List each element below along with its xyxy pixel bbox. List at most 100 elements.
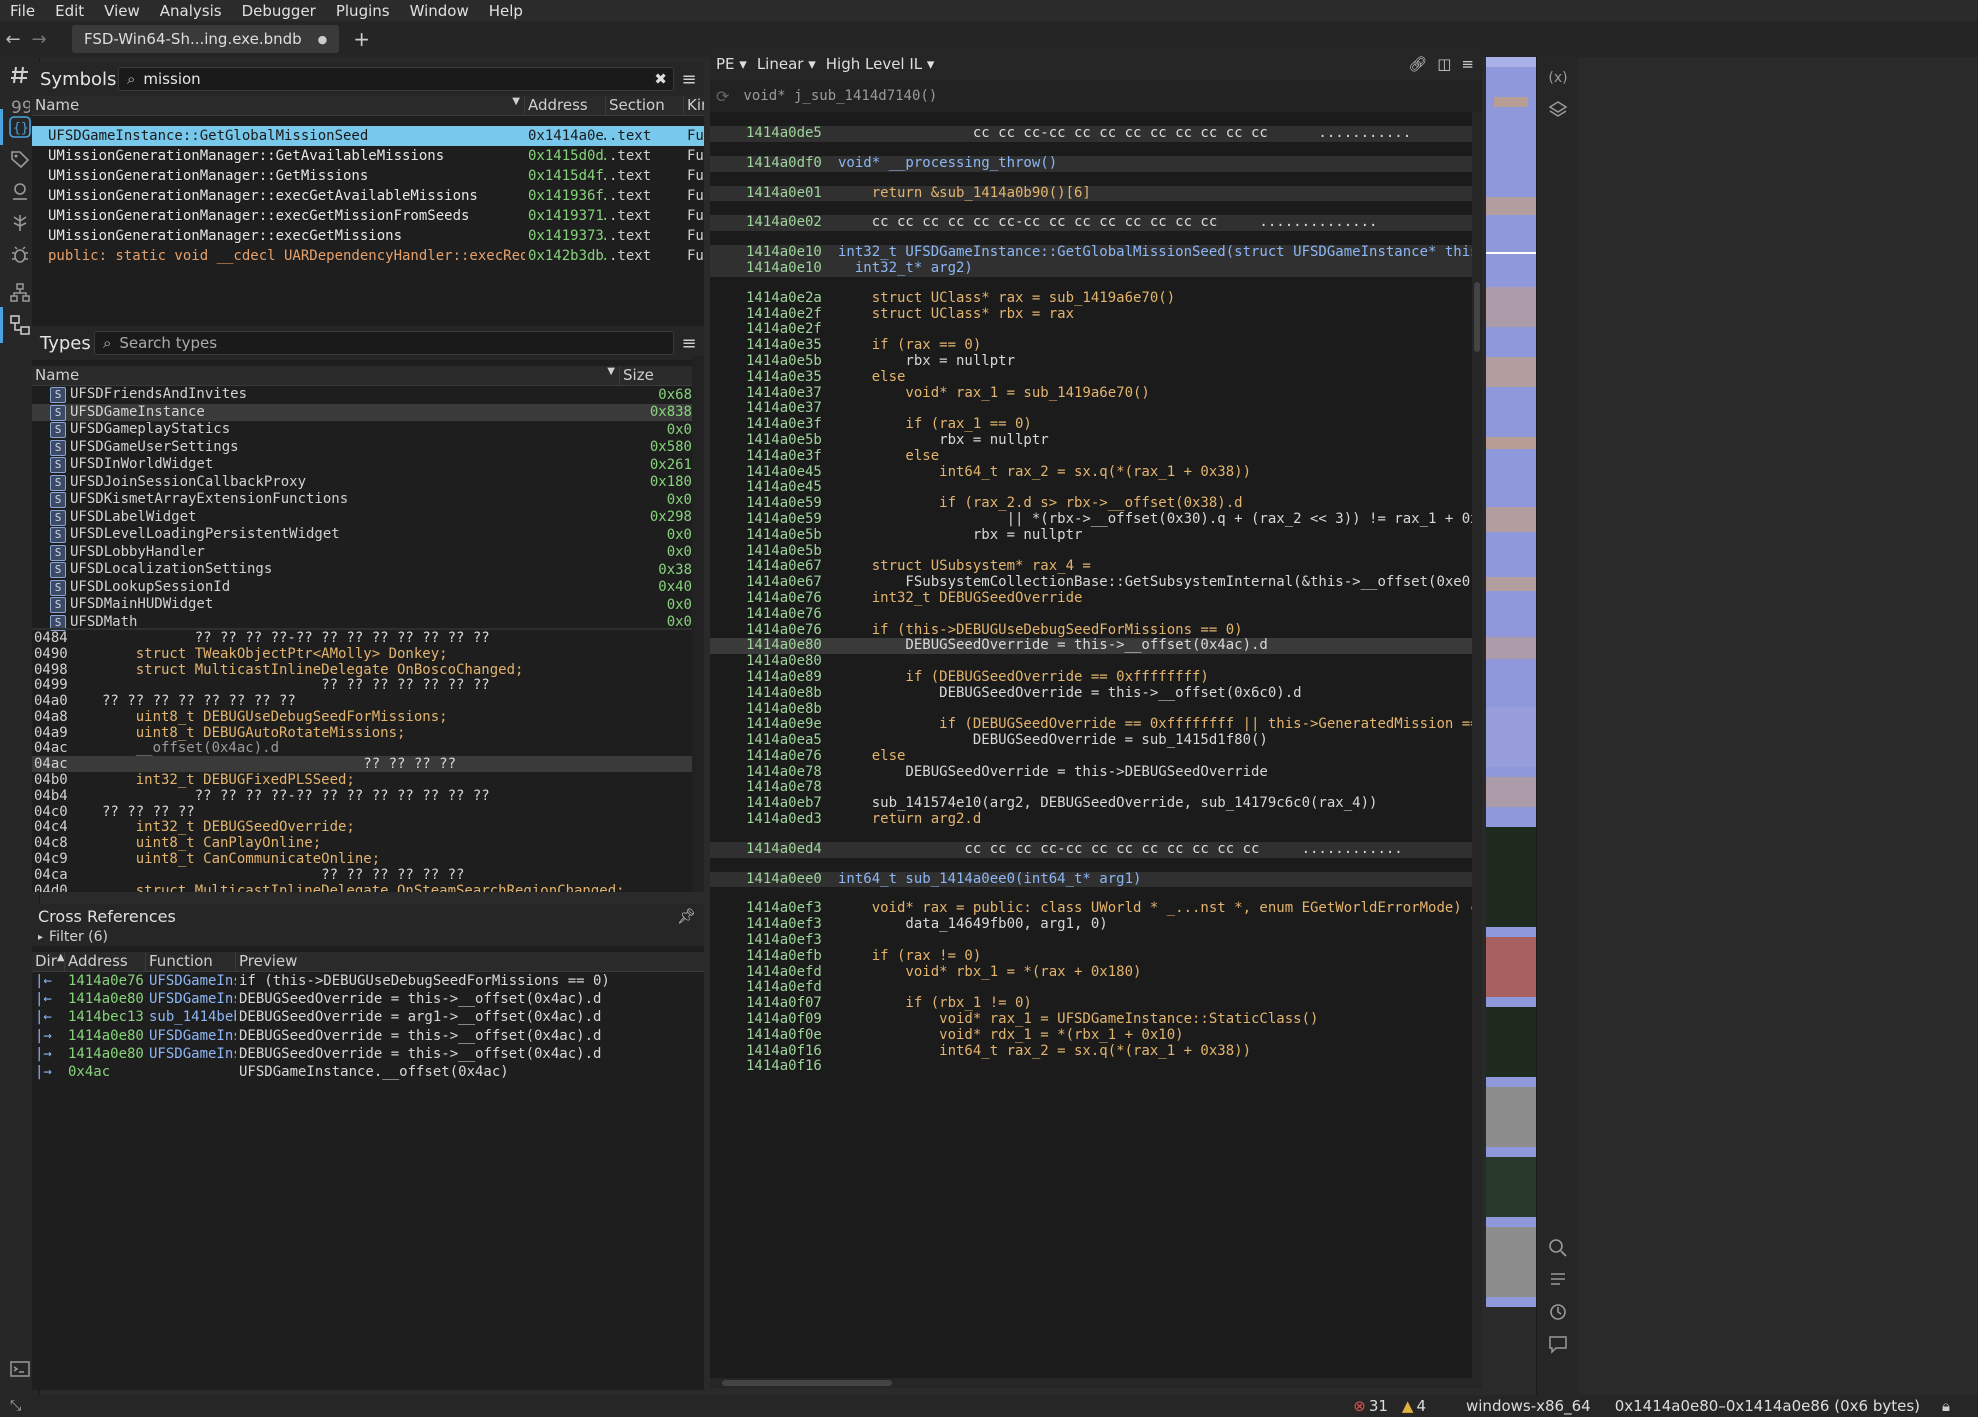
code-address[interactable]: 1414a0e8b (746, 701, 822, 718)
code-text[interactable]: struct UClass* rax = sub_1419a6e70() (838, 290, 1175, 307)
code-line[interactable]: 1414a0f0e void* rdx_1 = *(rbx_1 + 0x10) (710, 1027, 1482, 1044)
code-line[interactable]: 1414a0e89 if (DEBUGSeedOverride == 0xfff… (710, 669, 1482, 686)
type-row[interactable]: S UFSDLocalizationSettings 0x38 (32, 561, 704, 579)
code-line[interactable]: 1414a0efb if (rax != 0) (710, 948, 1482, 965)
code-address[interactable]: 1414a0e80 (746, 638, 822, 654)
symbol-row[interactable]: UMissionGenerationManager::GetMissions 0x… (32, 166, 704, 186)
menu-debugger[interactable]: Debugger (232, 2, 326, 20)
menu-window[interactable]: Window (400, 2, 479, 20)
code-text[interactable]: else (838, 448, 939, 465)
code-text[interactable]: int64_t sub_1414a0ee0(int64_t* arg1) (838, 871, 1141, 888)
menu-analysis[interactable]: Analysis (150, 2, 232, 20)
platform-dropdown[interactable]: PE ▾ (716, 55, 747, 73)
pin-icon[interactable]: 📌︎ (677, 907, 696, 925)
code-line[interactable]: 1414a0f09 void* rax_1 = UFSDGameInstance… (710, 1011, 1482, 1028)
code-text[interactable]: FSubsystemCollectionBase::GetSubsystemIn… (838, 574, 1482, 591)
struct-line[interactable]: 04ac ?? ?? ?? ?? (32, 756, 692, 772)
code-address[interactable]: 1414a0e5b (746, 543, 822, 560)
code-text[interactable]: rbx = nullptr (838, 527, 1083, 544)
code-address[interactable]: 1414a0e37 (746, 385, 822, 402)
code-address[interactable]: 1414a0e2a (746, 290, 822, 307)
minimap[interactable] (1486, 57, 1536, 1367)
clear-search-icon[interactable]: ✖ (654, 70, 667, 88)
code-line[interactable]: 1414a0e5b (710, 543, 1482, 560)
code-line[interactable]: 1414a0e35 else (710, 369, 1482, 386)
code-address[interactable]: 1414a0e76 (746, 606, 822, 623)
struct-line[interactable]: 0498 struct MulticastInlineDelegate OnBo… (32, 662, 692, 678)
code-line[interactable]: 1414a0ed3 return arg2.d (710, 811, 1482, 828)
code-text[interactable]: int32_t* arg2) (838, 260, 973, 277)
code-text[interactable]: return arg2.d (838, 811, 982, 828)
code-hscrollbar[interactable] (710, 1378, 1472, 1388)
code-text[interactable]: cc cc cc cc cc cc-cc cc cc cc cc cc cc c… (838, 215, 1378, 231)
code-text[interactable]: void* rbx_1 = *(rax + 0x180) (838, 964, 1141, 981)
code-text[interactable]: int32_t DEBUGSeedOverride (838, 590, 1083, 607)
xref-icon[interactable] (6, 311, 34, 339)
code-address[interactable]: 1414a0ed3 (746, 811, 822, 828)
code-line[interactable]: 1414a0e5b rbx = nullptr (710, 432, 1482, 449)
code-address[interactable]: 1414a0e59 (746, 511, 822, 528)
menu-file[interactable]: File (0, 2, 45, 20)
type-row[interactable]: S UFSDGameplayStatics 0x0 (32, 421, 704, 439)
code-text[interactable]: if (this->DEBUGUseDebugSeedForMissions =… (838, 622, 1243, 639)
warning-count[interactable]: 4 (1416, 1397, 1426, 1415)
code-address[interactable]: 1414a0e01 (746, 185, 822, 202)
code-address[interactable]: 1414a0efd (746, 980, 822, 996)
code-line[interactable]: 1414a0ef3 (710, 932, 1482, 949)
filter-chevron-icon[interactable]: ▸ (38, 932, 43, 943)
code-text[interactable]: rbx = nullptr (838, 432, 1049, 449)
hierarchy-icon[interactable] (6, 279, 34, 307)
code-text[interactable]: DEBUGSeedOverride = this->DEBUGSeedOverr… (838, 764, 1267, 781)
code-address[interactable]: 1414a0e3f (746, 448, 822, 465)
code-address[interactable]: 1414a0e2f (746, 306, 822, 323)
tree-icon[interactable] (6, 209, 34, 237)
view-mode-dropdown[interactable]: Linear ▾ (757, 55, 816, 73)
code-address[interactable]: 1414a0e3f (746, 416, 822, 433)
symbols-col-section[interactable]: Section (606, 96, 684, 115)
code-address[interactable]: 1414a0ee0 (746, 871, 822, 888)
refresh-icon[interactable]: ⟳ (716, 87, 729, 106)
code-address[interactable]: 1414a0e10 (746, 260, 822, 277)
struct-line[interactable]: 04b0 int32_t DEBUGFixedPLSSeed; (32, 772, 692, 788)
file-tab[interactable]: FSD-Win64-Sh...ing.exe.bndb ● (72, 25, 340, 53)
struct-line[interactable]: 0490 struct TWeakObjectPtr<AMolly> Donke… (32, 646, 692, 662)
error-count[interactable]: 31 (1369, 1397, 1388, 1415)
code-line[interactable]: 1414a0f07 if (rbx_1 != 0) (710, 995, 1482, 1012)
xrefs-filter[interactable]: Filter (6) (49, 929, 108, 945)
code-address[interactable]: 1414a0e89 (746, 669, 822, 686)
code-address[interactable]: 1414a0ef3 (746, 916, 822, 933)
code-address[interactable]: 1414a0e35 (746, 369, 822, 386)
code-text[interactable]: void* __processing_throw() (838, 155, 1057, 172)
menu-view[interactable]: View (94, 2, 150, 20)
code-address[interactable]: 1414a0ef3 (746, 901, 822, 917)
struct-line[interactable]: 04ac __offset(0x4ac).d (32, 740, 692, 756)
menu-help[interactable]: Help (479, 2, 533, 20)
xref-row[interactable]: |→ 1414a0e80 UFSDGameInstaDEBUGSeedOverrid… (32, 1027, 704, 1045)
link-icon[interactable]: 🔗︎ (1408, 55, 1427, 73)
code-line[interactable]: 1414a0e76 int32_t DEBUGSeedOverride (710, 590, 1482, 607)
code-line[interactable]: 1414a0df0 void* __processing_throw() (710, 155, 1482, 172)
code-line[interactable]: 1414a0e01 return &sub_1414a0b90()[6] (710, 185, 1482, 202)
code-text[interactable]: data_14649fb00, arg1, 0) (838, 916, 1107, 933)
code-address[interactable]: 1414a0e8b (746, 685, 822, 702)
code-text[interactable]: if (rbx_1 != 0) (838, 995, 1031, 1012)
code-text[interactable]: void* rax_1 = UFSDGameInstance::StaticCl… (838, 1011, 1318, 1028)
history-icon[interactable] (1545, 1299, 1571, 1325)
modified-indicator[interactable]: ● (318, 33, 328, 46)
code-line[interactable]: 1414a0e5b rbx = nullptr (710, 527, 1482, 544)
code-line[interactable]: 1414a0e9e if (DEBUGSeedOverride == 0xfff… (710, 716, 1482, 733)
code-line[interactable]: 1414a0f16 int64_t rax_2 = sx.q(*(rax_1 +… (710, 1043, 1482, 1060)
code-line[interactable]: 1414a0e10 int32_t* arg2) (710, 260, 1482, 277)
location-icon[interactable] (6, 177, 34, 205)
code-line[interactable]: 1414a0e8b DEBUGSeedOverride = this->__of… (710, 685, 1482, 702)
code-address[interactable]: 1414a0efd (746, 964, 822, 981)
types-col-name[interactable]: Name ▼ (32, 366, 620, 385)
code-line[interactable]: 1414a0e59 || *(rbx->__offset(0x30).q + (… (710, 511, 1482, 528)
code-line[interactable]: 1414a0e10 int32_t UFSDGameInstance::GetGl… (710, 244, 1482, 261)
code-line[interactable]: 1414a0e78 DEBUGSeedOverride = this->DEBU… (710, 764, 1482, 781)
code-text[interactable]: void* rax = public: class UWorld * _...n… (838, 901, 1482, 917)
code-text[interactable]: DEBUGSeedOverride = this->__offset(0x4ac… (838, 638, 1267, 654)
symbols-col-kind[interactable]: Kin (684, 96, 704, 115)
code-line[interactable]: 1414a0e67 FSubsystemCollectionBase::GetS… (710, 574, 1482, 591)
menu-plugins[interactable]: Plugins (326, 2, 400, 20)
